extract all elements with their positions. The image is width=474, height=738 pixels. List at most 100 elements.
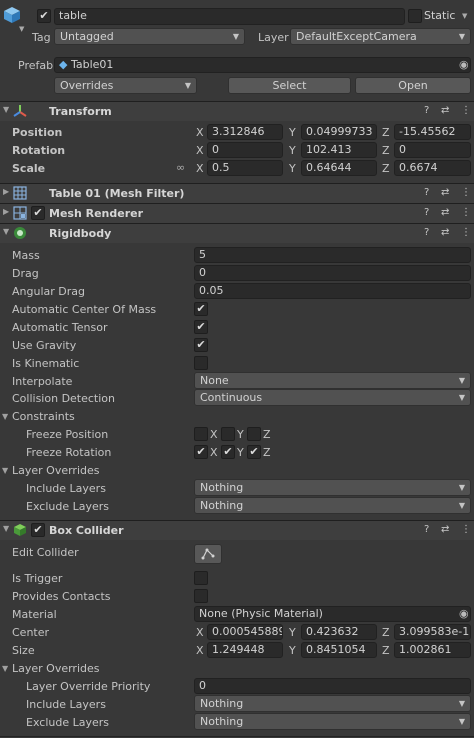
axis-x-label: X (210, 428, 218, 441)
mass-label: Mass (12, 249, 40, 262)
is-trigger-checkbox[interactable] (194, 571, 208, 585)
center-y-field[interactable]: 0.423632 (301, 624, 377, 640)
freeze-rotation-x-checkbox[interactable]: ✔ (194, 445, 208, 459)
help-icon[interactable]: ? (424, 105, 429, 116)
help-icon[interactable]: ? (424, 187, 429, 198)
static-label: Static (424, 9, 456, 22)
presets-icon[interactable]: ⇄ (441, 105, 449, 116)
rotation-x-field[interactable]: 0 (207, 142, 283, 158)
rigidbody-title: Rigidbody (49, 227, 112, 240)
mesh-renderer-enabled-checkbox[interactable]: ✔ (31, 206, 45, 220)
freeze-position-y-checkbox[interactable] (221, 427, 235, 441)
auto-com-checkbox[interactable]: ✔ (194, 302, 208, 316)
foldout-open-icon[interactable]: ▼ (3, 227, 9, 236)
scale-y-field[interactable]: 0.64644 (301, 160, 377, 176)
constraints-foldout-icon[interactable]: ▼ (2, 412, 8, 421)
rotation-y-field[interactable]: 102.413 (301, 142, 377, 158)
freeze-position-z-checkbox[interactable] (247, 427, 261, 441)
layer-overrides-label: Layer Overrides (12, 464, 100, 477)
prefab-field[interactable]: ◆ Table01 (54, 57, 471, 73)
gameobject-icon-dropdown[interactable]: ▼ (19, 25, 24, 33)
foldout-closed-icon[interactable]: ▶ (3, 187, 9, 196)
open-button[interactable]: Open (355, 77, 471, 94)
mesh-renderer-title: Mesh Renderer (49, 207, 144, 220)
transform-icon (13, 104, 28, 118)
tag-dropdown[interactable]: Untagged ▼ (54, 28, 245, 45)
object-picker-icon[interactable]: ◉ (459, 58, 469, 71)
edit-collider-label: Edit Collider (12, 546, 79, 559)
transform-header[interactable]: ▼ Transform ? ⇄ ⋮ (0, 101, 474, 121)
exclude-layers-dropdown[interactable]: Nothing ▼ (194, 713, 471, 730)
mesh-renderer-header[interactable]: ▶ ✔ Mesh Renderer ? ⇄ ⋮ (0, 203, 474, 223)
axis-x-label: X (210, 446, 218, 459)
layer-overrides-foldout-icon[interactable]: ▼ (2, 664, 8, 673)
material-field[interactable]: None (Physic Material) (194, 606, 471, 622)
layer-dropdown[interactable]: DefaultExceptCamera ▼ (290, 28, 471, 45)
drag-label: Drag (12, 267, 39, 280)
size-x-field[interactable]: 1.249448 (207, 642, 283, 658)
include-layers-dropdown[interactable]: Nothing ▼ (194, 479, 471, 496)
size-z-field[interactable]: 1.002861 (394, 642, 471, 658)
rotation-z-field[interactable]: 0 (394, 142, 471, 158)
is-kinematic-checkbox[interactable] (194, 356, 208, 370)
box-collider-enabled-checkbox[interactable]: ✔ (31, 523, 45, 537)
select-button[interactable]: Select (228, 77, 351, 94)
interpolate-dropdown[interactable]: None ▼ (194, 372, 471, 389)
box-collider-header[interactable]: ▼ ✔ Box Collider ? ⇄ ⋮ (0, 520, 474, 540)
angular-drag-field[interactable]: 0.05 (194, 283, 471, 299)
presets-icon[interactable]: ⇄ (441, 227, 449, 238)
scale-x-field[interactable]: 0.5 (207, 160, 283, 176)
axis-x-label: X (196, 644, 204, 657)
object-name-field[interactable]: table (54, 8, 405, 25)
help-icon[interactable]: ? (424, 227, 429, 238)
active-checkbox[interactable]: ✔ (37, 9, 51, 23)
use-gravity-checkbox[interactable]: ✔ (194, 338, 208, 352)
link-icon[interactable]: ∞ (176, 161, 185, 174)
rigidbody-header[interactable]: ▼ Rigidbody ? ⇄ ⋮ (0, 223, 474, 243)
static-dropdown-arrow[interactable]: ▼ (462, 12, 467, 20)
freeze-rotation-y-checkbox[interactable]: ✔ (221, 445, 235, 459)
exclude-layers-dropdown[interactable]: Nothing ▼ (194, 497, 471, 514)
more-options-icon[interactable]: ⋮ (461, 207, 471, 218)
more-options-icon[interactable]: ⋮ (461, 187, 471, 198)
position-z-field[interactable]: -15.45562 (394, 124, 471, 140)
axis-y-label: Y (237, 446, 244, 459)
presets-icon[interactable]: ⇄ (441, 524, 449, 535)
position-y-field[interactable]: 0.04999733 (301, 124, 377, 140)
collision-detection-dropdown[interactable]: Continuous ▼ (194, 389, 471, 406)
edit-collider-button[interactable] (194, 544, 222, 564)
more-options-icon[interactable]: ⋮ (461, 105, 471, 116)
provides-contacts-checkbox[interactable] (194, 589, 208, 603)
freeze-rotation-z-checkbox[interactable]: ✔ (247, 445, 261, 459)
drag-field[interactable]: 0 (194, 265, 471, 281)
overrides-dropdown[interactable]: Overrides ▼ (54, 77, 197, 94)
presets-icon[interactable]: ⇄ (441, 207, 449, 218)
auto-tensor-checkbox[interactable]: ✔ (194, 320, 208, 334)
size-y-field[interactable]: 0.8451054 (301, 642, 377, 658)
scale-z-field[interactable]: 0.6674 (394, 160, 471, 176)
presets-icon[interactable]: ⇄ (441, 187, 449, 198)
more-options-icon[interactable]: ⋮ (461, 227, 471, 238)
more-options-icon[interactable]: ⋮ (461, 524, 471, 535)
is-kinematic-label: Is Kinematic (12, 357, 80, 370)
static-checkbox[interactable] (408, 9, 422, 23)
include-layers-dropdown[interactable]: Nothing ▼ (194, 695, 471, 712)
foldout-open-icon[interactable]: ▼ (3, 524, 9, 533)
center-x-field[interactable]: 0.000545889 (207, 624, 283, 640)
axis-x-label: X (196, 626, 204, 639)
mass-field[interactable]: 5 (194, 247, 471, 263)
gameobject-icon (3, 6, 21, 24)
foldout-closed-icon[interactable]: ▶ (3, 207, 9, 216)
freeze-position-x-checkbox[interactable] (194, 427, 208, 441)
foldout-open-icon[interactable]: ▼ (3, 105, 9, 114)
help-icon[interactable]: ? (424, 524, 429, 535)
center-z-field[interactable]: 3.099583e-1 (394, 624, 471, 640)
layer-overrides-foldout-icon[interactable]: ▼ (2, 466, 8, 475)
position-x-field[interactable]: 3.312846 (207, 124, 283, 140)
chevron-down-icon: ▼ (458, 717, 465, 726)
layer-override-priority-field[interactable]: 0 (194, 678, 471, 694)
object-picker-icon[interactable]: ◉ (459, 607, 469, 620)
mesh-filter-header[interactable]: ▶ Table 01 (Mesh Filter) ? ⇄ ⋮ (0, 183, 474, 203)
chevron-down-icon: ▼ (184, 81, 191, 90)
help-icon[interactable]: ? (424, 207, 429, 218)
